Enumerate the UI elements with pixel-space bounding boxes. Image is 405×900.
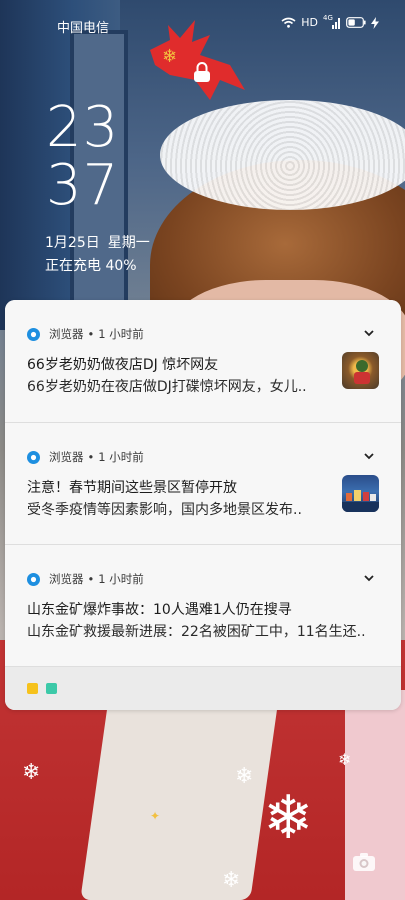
notification-app-name: 浏览器	[49, 572, 84, 586]
thumbnail-image	[354, 360, 370, 384]
notification-card[interactable]: 浏览器 • 1 小时前 66岁老奶奶做夜店DJ 惊坏网友 66岁老奶奶在夜店做D…	[5, 300, 401, 422]
separator: •	[87, 327, 95, 341]
notification-title: 66岁老奶奶做夜店DJ 惊坏网友	[27, 357, 219, 373]
browser-app-icon	[27, 572, 40, 586]
notification-time: 1 小时前	[98, 450, 144, 464]
snowflake-icon: ❄	[222, 868, 241, 893]
notification-time: 1 小时前	[98, 327, 144, 341]
notification-footer[interactable]	[5, 666, 401, 710]
signal-icon: 4G	[323, 14, 341, 29]
snowflake-icon: ✦	[150, 809, 161, 823]
chevron-down-icon[interactable]	[363, 327, 375, 339]
snowflake-icon: ❄	[263, 783, 314, 853]
battery-icon	[346, 17, 366, 28]
notification-header: 浏览器 • 1 小时前	[27, 326, 144, 342]
status-icons: HD 4G	[281, 14, 379, 29]
svg-text:❄: ❄	[162, 46, 177, 67]
notification-title: 山东金矿爆炸事故：10人遇难1人仍在搜寻	[27, 602, 292, 618]
wallpaper-hat-fur	[160, 100, 405, 210]
clock-minute: 37	[46, 153, 120, 218]
notification-thumbnail	[342, 475, 379, 512]
snowflake-icon: ❄	[338, 750, 352, 769]
weekday-label: 星期一	[107, 235, 150, 251]
date-line: 1月25日 星期一	[45, 232, 150, 252]
status-bar: 中国电信 HD 4G	[0, 14, 405, 38]
separator: •	[87, 572, 95, 586]
notification-thumbnail	[342, 352, 379, 389]
message-app-icon[interactable]	[27, 683, 38, 694]
chevron-down-icon[interactable]	[363, 572, 375, 584]
notification-card[interactable]: 浏览器 • 1 小时前 山东金矿爆炸事故：10人遇难1人仍在搜寻 山东金矿救援最…	[5, 544, 401, 667]
clock-hour: 23	[46, 95, 120, 160]
chevron-down-icon[interactable]	[363, 450, 375, 462]
wifi-icon	[281, 17, 296, 28]
notification-time: 1 小时前	[98, 572, 144, 586]
snowflake-icon: ❄	[22, 760, 41, 785]
notification-body: 山东金矿救援最新进展：22名被困矿工中，11名生还..	[27, 624, 366, 640]
charging-bolt-icon	[371, 16, 379, 29]
thumbnail-image	[342, 490, 379, 512]
charging-status: 正在充电 40%	[45, 258, 137, 274]
notification-header: 浏览器 • 1 小时前	[27, 449, 144, 465]
notification-panel: 浏览器 • 1 小时前 66岁老奶奶做夜店DJ 惊坏网友 66岁老奶奶在夜店做D…	[5, 300, 401, 710]
hd-label: HD	[301, 16, 318, 29]
separator: •	[87, 450, 95, 464]
notification-title: 注意！春节期间这些景区暂停开放	[27, 480, 237, 496]
clock: 23 37	[46, 95, 120, 218]
browser-app-icon	[27, 327, 40, 341]
notification-card[interactable]: 浏览器 • 1 小时前 注意！春节期间这些景区暂停开放 受冬季疫情等因素影响，国…	[5, 422, 401, 545]
notification-app-name: 浏览器	[49, 450, 84, 464]
carrier-label: 中国电信	[57, 21, 110, 36]
notification-body: 受冬季疫情等因素影响，国内多地景区发布..	[27, 502, 302, 518]
browser-app-icon	[27, 450, 40, 464]
notification-header: 浏览器 • 1 小时前	[27, 571, 144, 587]
system-app-icon[interactable]	[46, 683, 57, 694]
date-label: 1月25日	[45, 235, 100, 251]
snowflake-icon: ❄	[235, 764, 254, 789]
camera-icon[interactable]	[352, 852, 376, 872]
notification-body: 66岁老奶奶在夜店做DJ打碟惊坏网友，女儿..	[27, 379, 307, 395]
notification-app-name: 浏览器	[49, 327, 84, 341]
lock-icon[interactable]	[193, 61, 211, 83]
wallpaper-sleeve	[80, 690, 280, 900]
